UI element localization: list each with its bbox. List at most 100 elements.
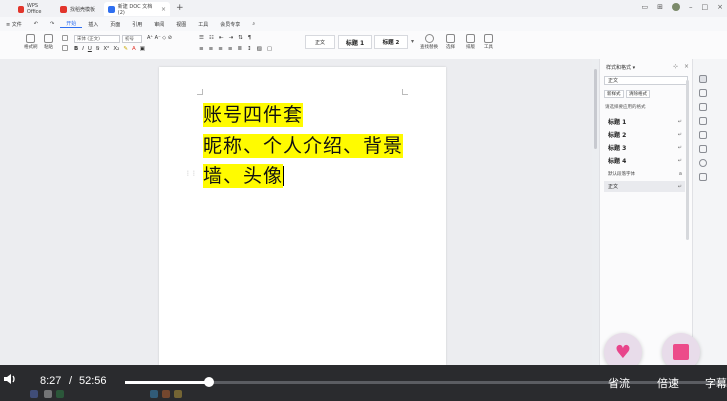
tab-document[interactable]: 新建 DOC 文档(2) × xyxy=(104,2,170,16)
strikethrough-icon[interactable]: Ꞩ xyxy=(96,46,100,52)
paste-button[interactable]: 粘贴 xyxy=(44,34,53,50)
layout-button[interactable]: 排版 xyxy=(466,34,475,50)
subtitles-button[interactable]: 字幕 xyxy=(705,375,727,391)
menu-file[interactable]: ≡ 文件 xyxy=(0,21,28,28)
subscript-icon[interactable]: X₂ xyxy=(113,46,119,52)
tab-template[interactable]: 找稻壳模板 xyxy=(56,2,100,16)
clear-format-button[interactable]: 清除格式 xyxy=(626,90,650,98)
help-icon[interactable] xyxy=(699,159,707,167)
pin-icon[interactable]: ⊹ xyxy=(673,63,678,70)
scroll-thumb[interactable] xyxy=(594,69,597,149)
vertical-scrollbar[interactable] xyxy=(592,59,599,365)
align-center-icon[interactable]: ≡ xyxy=(209,46,214,52)
close-window-icon[interactable]: × xyxy=(717,3,723,11)
italic-icon[interactable]: I xyxy=(82,46,84,52)
paragraph-handle-icon[interactable]: ⋮⋮ xyxy=(185,170,197,177)
progress-track[interactable] xyxy=(125,381,725,384)
select-tool-icon[interactable] xyxy=(699,89,707,97)
style-item-heading4[interactable]: 标题 4 ↵ xyxy=(604,155,685,166)
menu-insert[interactable]: 插入 xyxy=(82,21,104,28)
font-grow-icon[interactable]: A⁺ A⁻ ◇ ⊘ xyxy=(147,35,172,41)
select-button[interactable]: 选择 xyxy=(446,34,455,50)
indent-icon[interactable]: ⇥ xyxy=(228,35,233,41)
progress-knob[interactable] xyxy=(204,377,214,387)
menu-member[interactable]: 会员专享 xyxy=(214,21,246,28)
speed-button[interactable]: 倍速 xyxy=(657,375,679,391)
underline-icon[interactable]: U xyxy=(88,46,92,52)
avatar[interactable] xyxy=(672,3,680,11)
style-item-heading3[interactable]: 标题 3 ↵ xyxy=(604,142,685,153)
distribute-icon[interactable]: ≣ xyxy=(237,46,242,52)
maximize-icon[interactable]: □ xyxy=(702,3,709,11)
line-spacing-icon[interactable]: ↕ xyxy=(247,46,252,52)
clip-icon[interactable] xyxy=(699,117,707,125)
highlight-icon[interactable]: ✎ xyxy=(123,46,128,52)
doc-line-3[interactable]: 墙、头像 xyxy=(203,164,284,188)
layout-label: 排版 xyxy=(466,45,475,50)
document-page[interactable]: 账号四件套 昵称、个人介绍、背景 墙、头像 xyxy=(159,67,446,365)
cut-icon[interactable] xyxy=(62,35,68,41)
toolbox-button[interactable]: 工具 xyxy=(484,34,493,50)
new-style-button[interactable]: 新样式 xyxy=(604,90,624,98)
bold-icon[interactable]: B xyxy=(74,46,78,52)
more-tools-icon[interactable] xyxy=(699,173,707,181)
doc-line-title[interactable]: 账号四件套 xyxy=(203,103,304,127)
font-size-select[interactable]: 初号 xyxy=(122,35,142,43)
panel-close-icon[interactable]: × xyxy=(684,63,689,70)
volume-icon[interactable] xyxy=(3,372,17,386)
review-icon[interactable] xyxy=(699,145,707,153)
superscript-icon[interactable]: X² xyxy=(103,46,109,52)
menu-tools[interactable]: 工具 xyxy=(192,21,214,28)
style-heading1-button[interactable]: 标题 1 xyxy=(338,35,372,49)
grid-icon[interactable]: ⊞ xyxy=(657,3,663,11)
menu-page[interactable]: 页面 xyxy=(104,21,126,28)
taskbar-app-icon xyxy=(150,390,158,398)
style-item-default-font[interactable]: 默认段落字体 a xyxy=(604,168,685,179)
align-left-icon[interactable]: ≡ xyxy=(199,46,204,52)
border-icon[interactable]: ▢ xyxy=(267,46,272,52)
current-style-select[interactable]: 正文 xyxy=(604,76,688,85)
style-item-heading2[interactable]: 标题 2 ↵ xyxy=(604,129,685,140)
justify-icon[interactable]: ≡ xyxy=(228,46,233,52)
gift-icon xyxy=(673,344,689,360)
shading-icon[interactable]: ▨ xyxy=(257,46,262,52)
find-replace-button[interactable]: 查找替换 xyxy=(420,34,438,50)
redo-icon[interactable]: ↷ xyxy=(44,21,60,27)
translate-icon[interactable] xyxy=(699,103,707,111)
panel-title[interactable]: 样式和格式 ▾ xyxy=(606,64,635,71)
search-icon[interactable]: ⌕ xyxy=(246,21,261,27)
menu-reference[interactable]: 引用 xyxy=(126,21,148,28)
minimize-icon[interactable]: – xyxy=(689,3,693,11)
styles-panel: 样式和格式 ▾ ⊹ × 正文 新样式 清除格式 请选择要应用的格式 标题 1 ↵… xyxy=(599,59,693,365)
right-sidebar xyxy=(692,59,727,365)
style-item-heading1[interactable]: 标题 1 ↵ xyxy=(604,116,685,127)
image-icon[interactable] xyxy=(699,131,707,139)
doc-line-2[interactable]: 昵称、个人介绍、背景 xyxy=(203,134,404,158)
menu-review[interactable]: 审阅 xyxy=(148,21,170,28)
add-tab-button[interactable]: + xyxy=(176,3,184,13)
font-name-select[interactable]: 宋体 (正文) xyxy=(74,35,120,43)
show-marks-icon[interactable]: ¶ xyxy=(248,35,252,41)
panel-scrollbar[interactable] xyxy=(686,80,689,240)
menu-view[interactable]: 视图 xyxy=(170,21,192,28)
undo-icon[interactable]: ↶ xyxy=(28,21,44,27)
char-shading-icon[interactable]: ▣ xyxy=(140,46,145,52)
style-normal-button[interactable]: 正文 xyxy=(305,35,335,49)
sort-icon[interactable]: ⇅ xyxy=(238,35,243,41)
style-item-normal[interactable]: 正文 ↵ xyxy=(604,181,685,192)
outdent-icon[interactable]: ⇤ xyxy=(219,35,224,41)
style-heading2-button[interactable]: 标题 2 xyxy=(374,35,408,49)
format-painter-button[interactable]: 格式刷 xyxy=(24,34,38,50)
copy-icon[interactable] xyxy=(62,45,68,51)
layout-icon[interactable]: ▭ xyxy=(642,3,649,11)
menu-home[interactable]: 开始 xyxy=(60,20,83,28)
quality-button[interactable]: 省流 xyxy=(608,375,630,391)
tab-wps-office[interactable]: WPS Office xyxy=(14,2,54,16)
style-gallery-more-icon[interactable]: ▾ xyxy=(411,38,414,45)
font-color-icon[interactable]: A xyxy=(132,46,136,52)
numbered-list-icon[interactable]: ☷ xyxy=(209,35,214,41)
bullet-list-icon[interactable]: ☰ xyxy=(199,35,204,41)
align-right-icon[interactable]: ≡ xyxy=(218,46,223,52)
style-tool-icon[interactable] xyxy=(699,75,707,83)
close-tab-icon[interactable]: × xyxy=(161,6,166,13)
